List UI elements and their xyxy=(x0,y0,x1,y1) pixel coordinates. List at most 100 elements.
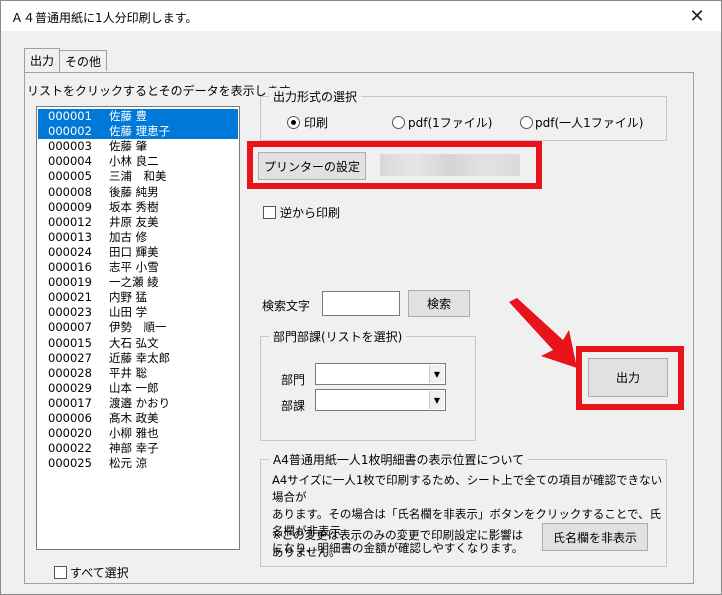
list-item-id: 000007 xyxy=(48,320,92,335)
list-item-id: 000002 xyxy=(48,124,92,139)
note-line: A4サイズに一人1枚で印刷するため、シート上で全ての項目が確認できない場合が xyxy=(272,473,663,504)
list-item-id: 000016 xyxy=(48,260,92,274)
list-item-name: 佐藤 肇 xyxy=(109,139,148,154)
note-line: ※この変更は表示のみの変更で印刷設定に影響は xyxy=(272,528,524,542)
dept-combo[interactable]: ▼ xyxy=(315,363,446,385)
search-label: 検索文字 xyxy=(262,299,311,313)
list-item-name: 小林 良二 xyxy=(109,154,159,169)
list-item-id: 000005 xyxy=(48,169,92,184)
list-item-id: 000027 xyxy=(48,350,92,365)
output-format-title: 出力形式の選択 xyxy=(269,88,362,105)
list-item-id: 000025 xyxy=(48,456,92,471)
printer-settings-button[interactable]: プリンターの設定 xyxy=(258,152,366,180)
radio-pdf-per-person[interactable] xyxy=(520,116,533,129)
list-item[interactable]: 000028 平井 聡 xyxy=(38,366,238,381)
list-item-name: 近藤 幸太郎 xyxy=(109,350,171,365)
list-item-name: 山本 一郎 xyxy=(109,380,159,395)
note-line: ありません。 xyxy=(272,545,341,559)
reverse-print-checkbox[interactable] xyxy=(263,206,276,219)
list-item-id: 000023 xyxy=(48,305,92,320)
radio-print[interactable] xyxy=(287,116,300,129)
list-item-name: 志平 小雪 xyxy=(109,260,159,274)
list-item-id: 000015 xyxy=(48,335,92,350)
list-item-id: 000008 xyxy=(48,184,92,199)
list-item[interactable]: 000012 井原 友美 xyxy=(38,215,238,230)
list-item-id: 000022 xyxy=(48,441,92,456)
list-item[interactable]: 000009 坂本 秀樹 xyxy=(38,200,238,215)
search-button[interactable]: 検索 xyxy=(408,290,470,317)
list-item-id: 000024 xyxy=(48,244,92,259)
hide-name-button-label: 氏名欄を非表示 xyxy=(552,530,637,545)
list-item-name: 山田 学 xyxy=(109,305,148,320)
pointer-arrow-icon xyxy=(509,298,577,368)
list-item[interactable]: 000025 松元 涼 xyxy=(38,456,238,471)
list-item-id: 000004 xyxy=(48,154,92,169)
list-item-name: 平井 聡 xyxy=(109,365,148,380)
hide-name-button[interactable]: 氏名欄を非表示 xyxy=(542,523,648,551)
list-item-id: 000020 xyxy=(48,426,92,441)
tab-other-label: その他 xyxy=(64,54,101,69)
list-item-name: 小柳 雅也 xyxy=(109,426,159,441)
list-item[interactable]: 000013 加古 修 xyxy=(38,230,238,245)
title-bar: Ａ４普通用紙に1人分印刷します。 ✕ xyxy=(1,1,721,31)
list-item-id: 000001 xyxy=(48,109,92,123)
list-item-id: 000017 xyxy=(48,395,92,410)
search-input[interactable] xyxy=(322,291,400,316)
list-item[interactable]: 000020 小柳 雅也 xyxy=(38,426,238,441)
list-item[interactable]: 000029 山本 一郎 xyxy=(38,381,238,396)
search-button-label: 検索 xyxy=(426,297,451,311)
list-item-name: 松元 涼 xyxy=(109,456,148,471)
list-item[interactable]: 000005 三浦 和美 xyxy=(38,169,238,184)
radio-pdf-single[interactable] xyxy=(392,116,405,129)
close-icon[interactable]: ✕ xyxy=(679,3,715,29)
list-item[interactable]: 000017 渡邉 かおり xyxy=(38,396,238,411)
list-item-name: 井原 友美 xyxy=(109,214,159,229)
list-item[interactable]: 000023 山田 学 xyxy=(38,305,238,320)
list-item-name: 髙木 政美 xyxy=(109,411,159,425)
output-button-label: 出力 xyxy=(615,371,640,385)
list-item[interactable]: 000021 内野 猛 xyxy=(38,290,238,305)
list-item-name: 大石 弘文 xyxy=(109,335,159,350)
list-item-name: 内野 猛 xyxy=(109,290,148,305)
list-item[interactable]: 000022 神部 幸子 xyxy=(38,441,238,456)
list-item[interactable]: 000007 伊勢 順一 xyxy=(38,320,238,335)
select-all-checkbox[interactable] xyxy=(54,566,67,579)
list-item[interactable]: 000002 佐藤 理恵子 xyxy=(38,124,238,140)
window-title: Ａ４普通用紙に1人分印刷します。 xyxy=(11,11,198,25)
list-item[interactable]: 000019 一之瀬 綾 xyxy=(38,275,238,290)
list-item-name: 伊勢 順一 xyxy=(109,320,167,335)
chevron-down-icon[interactable]: ▼ xyxy=(429,365,444,383)
list-item-id: 000021 xyxy=(48,290,92,305)
tab-other[interactable]: その他 xyxy=(59,50,107,71)
radio-print-label: 印刷 xyxy=(304,116,329,130)
radio-pdf-single-label: pdf(1ファイル) xyxy=(408,116,493,130)
section-combo[interactable]: ▼ xyxy=(315,389,446,411)
list-item[interactable]: 000006 髙木 政美 xyxy=(38,411,238,426)
list-item-id: 000006 xyxy=(48,411,92,425)
list-item[interactable]: 000001 佐藤 豊 xyxy=(38,109,238,124)
chevron-down-icon[interactable]: ▼ xyxy=(429,391,444,409)
dept-group-title: 部門部課(リストを選択) xyxy=(269,328,407,345)
list-item-id: 000003 xyxy=(48,139,92,154)
select-all-label: すべて選択 xyxy=(70,566,129,580)
list-item-name: 後藤 純男 xyxy=(109,184,159,199)
list-item-name: 一之瀬 綾 xyxy=(109,275,159,290)
employee-listbox[interactable]: 000001 佐藤 豊 000002 佐藤 理恵子 000003 佐藤 肇 000004 小林… xyxy=(36,106,240,550)
list-item-id: 000028 xyxy=(48,365,92,380)
radio-pdf-per-person-label: pdf(一人1ファイル) xyxy=(535,116,644,130)
list-item[interactable]: 000016 志平 小雪 xyxy=(38,260,238,275)
output-button[interactable]: 出力 xyxy=(588,358,668,397)
tab-output[interactable]: 出力 xyxy=(24,48,60,72)
list-item[interactable]: 000003 佐藤 肇 xyxy=(38,139,238,154)
list-item-name: 田口 輝美 xyxy=(109,244,159,259)
list-item[interactable]: 000008 後藤 純男 xyxy=(38,185,238,200)
list-item[interactable]: 000024 田口 輝美 xyxy=(38,245,238,260)
list-item-name: 神部 幸子 xyxy=(109,441,159,456)
list-item[interactable]: 000015 大石 弘文 xyxy=(38,336,238,351)
list-item-name: 渡邉 かおり xyxy=(109,395,171,410)
list-item-id: 000012 xyxy=(48,214,92,229)
list-item[interactable]: 000027 近藤 幸太郎 xyxy=(38,351,238,366)
list-item[interactable]: 000004 小林 良二 xyxy=(38,154,238,169)
printer-name-redacted xyxy=(380,154,520,176)
list-item-id: 000009 xyxy=(48,199,92,214)
